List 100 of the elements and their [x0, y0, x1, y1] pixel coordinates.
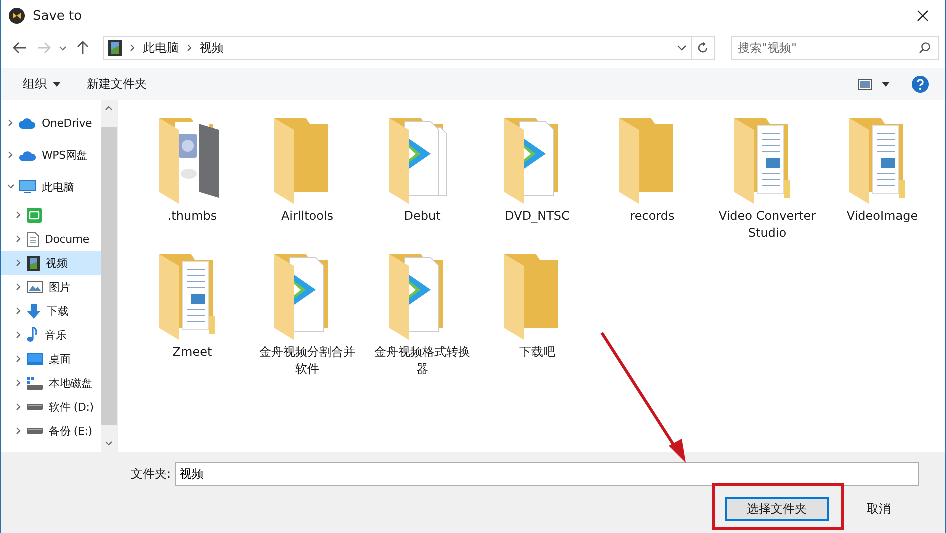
expand-chevron-icon[interactable]	[15, 379, 23, 387]
expand-chevron-icon[interactable]	[15, 283, 23, 291]
scrollbar-thumb[interactable]	[101, 127, 117, 425]
folder-name: Zmeet	[172, 344, 212, 361]
refresh-button[interactable]	[692, 36, 715, 60]
folder-name: DVD_NTSC	[505, 208, 570, 225]
address-bar[interactable]: 此电脑 视频	[103, 36, 692, 60]
sidebar-item[interactable]: 音乐	[1, 323, 101, 347]
desktop-icon	[27, 353, 43, 365]
sidebar-item-label: 图片	[49, 280, 71, 294]
expand-chevron-icon[interactable]	[7, 183, 15, 191]
cloud-icon	[19, 118, 36, 128]
sidebar-item[interactable]: 此电脑	[1, 171, 101, 203]
folder-name: records	[630, 208, 675, 225]
scroll-up-icon[interactable]	[105, 106, 113, 111]
folder-item[interactable]: VideoImage	[830, 116, 935, 242]
expand-chevron-icon[interactable]	[7, 119, 15, 127]
organize-menu-button[interactable]: 组织	[19, 74, 65, 94]
folder-item[interactable]: DVD_NTSC	[485, 116, 590, 242]
expand-chevron-icon[interactable]	[15, 235, 23, 243]
picture-icon	[27, 281, 43, 293]
folder-label: 文件夹:	[131, 466, 172, 482]
folder-name: .thumbs	[168, 208, 218, 225]
sidebar-item-label: 视频	[46, 256, 68, 270]
chevron-right-icon	[130, 44, 135, 52]
down-arrow-icon	[27, 304, 41, 318]
sidebar-item[interactable]: OneDrive	[1, 107, 101, 139]
sidebar-item[interactable]: 备份 (E:)	[1, 419, 101, 443]
folder-name: Airlltools	[281, 208, 334, 225]
expand-chevron-icon[interactable]	[15, 355, 23, 363]
sidebar-item-label: Docume	[45, 232, 90, 246]
expand-chevron-icon[interactable]	[15, 427, 23, 435]
expand-chevron-icon[interactable]	[15, 211, 23, 219]
folder-item[interactable]: Video Converter Studio	[715, 116, 820, 242]
refresh-icon	[697, 42, 709, 54]
folder-name: Debut	[404, 208, 441, 225]
new-folder-button[interactable]: 新建文件夹	[83, 74, 151, 94]
breadcrumb-item[interactable]: 视频	[200, 40, 224, 56]
sidebar-item-label: 此电脑	[42, 180, 74, 194]
expand-chevron-icon[interactable]	[15, 259, 23, 267]
window-title: Save to	[33, 8, 84, 24]
cancel-button[interactable]: 取消	[839, 497, 919, 521]
sidebar-item[interactable]: 下载	[1, 299, 101, 323]
search-field[interactable]: 搜索"视频"	[731, 36, 939, 60]
sidebar-item-label: 桌面	[49, 352, 71, 366]
monitor-icon	[19, 180, 36, 194]
film-icon	[108, 40, 122, 56]
expand-chevron-icon[interactable]	[15, 307, 23, 315]
scrollbar[interactable]	[101, 100, 117, 452]
breadcrumb-item[interactable]: 此电脑	[143, 40, 179, 56]
app-icon	[27, 208, 42, 222]
folder-input-field[interactable]: 视频	[175, 462, 919, 486]
sidebar-item[interactable]: 本地磁盘	[1, 371, 101, 395]
document-icon	[27, 232, 39, 246]
folder-item[interactable]: 下载吧	[485, 252, 590, 378]
sidebar-item[interactable]: 桌面	[1, 347, 101, 371]
caret-icon	[53, 82, 61, 86]
expand-chevron-icon[interactable]	[15, 331, 23, 339]
scroll-down-icon[interactable]	[105, 441, 113, 446]
folder-item[interactable]: Airlltools	[255, 116, 360, 242]
sidebar-item[interactable]: 视频	[1, 251, 101, 275]
sidebar-item-label: 备份 (E:)	[49, 424, 92, 438]
film-icon	[27, 256, 40, 270]
back-arrow-icon[interactable]	[13, 42, 27, 54]
folder-item[interactable]: records	[600, 116, 705, 242]
sidebar-item-label: 本地磁盘	[49, 376, 92, 390]
sidebar-item[interactable]: 软件 (D:)	[1, 395, 101, 419]
music-note-icon	[27, 327, 39, 343]
expand-chevron-icon[interactable]	[15, 403, 23, 411]
chevron-down-icon[interactable]	[59, 46, 67, 50]
sidebar-item[interactable]: 图片	[1, 275, 101, 299]
help-icon[interactable]	[912, 76, 929, 92]
cloud-icon	[19, 150, 36, 160]
folder-item[interactable]: Zmeet	[140, 252, 245, 378]
disk-drive-icon	[27, 428, 43, 434]
disk-drive-icon	[27, 376, 43, 390]
expand-chevron-icon[interactable]	[7, 151, 15, 159]
chevron-right-icon	[187, 44, 192, 52]
sidebar-item-label: OneDrive	[42, 116, 92, 130]
select-folder-button[interactable]: 选择文件夹	[725, 497, 829, 521]
folder-item[interactable]: Debut	[370, 116, 475, 242]
sidebar-item[interactable]: WPS网盘	[1, 139, 101, 171]
close-icon[interactable]	[917, 10, 929, 22]
folder-name: VideoImage	[846, 208, 918, 225]
view-icon[interactable]	[858, 78, 872, 90]
chevron-down-icon[interactable]	[677, 45, 687, 51]
folder-name: Video Converter Studio	[718, 208, 818, 242]
sidebar-item-label: 软件 (D:)	[49, 400, 94, 414]
folder-name: 金舟视频格式转换器	[374, 344, 472, 378]
folder-item[interactable]: 金舟视频分割合并软件	[255, 252, 360, 378]
caret-icon[interactable]	[882, 82, 890, 86]
folder-name: 金舟视频分割合并软件	[258, 344, 356, 378]
folder-item[interactable]: 金舟视频格式转换器	[370, 252, 475, 378]
folder-item[interactable]: .thumbs	[140, 116, 245, 242]
sidebar-item[interactable]: Docume	[1, 227, 101, 251]
disk-drive-icon	[27, 404, 43, 410]
search-icon[interactable]	[919, 42, 931, 54]
up-arrow-icon[interactable]	[77, 41, 89, 55]
sidebar-item-label: 下载	[47, 304, 69, 318]
folder-name: 下载吧	[520, 344, 556, 361]
